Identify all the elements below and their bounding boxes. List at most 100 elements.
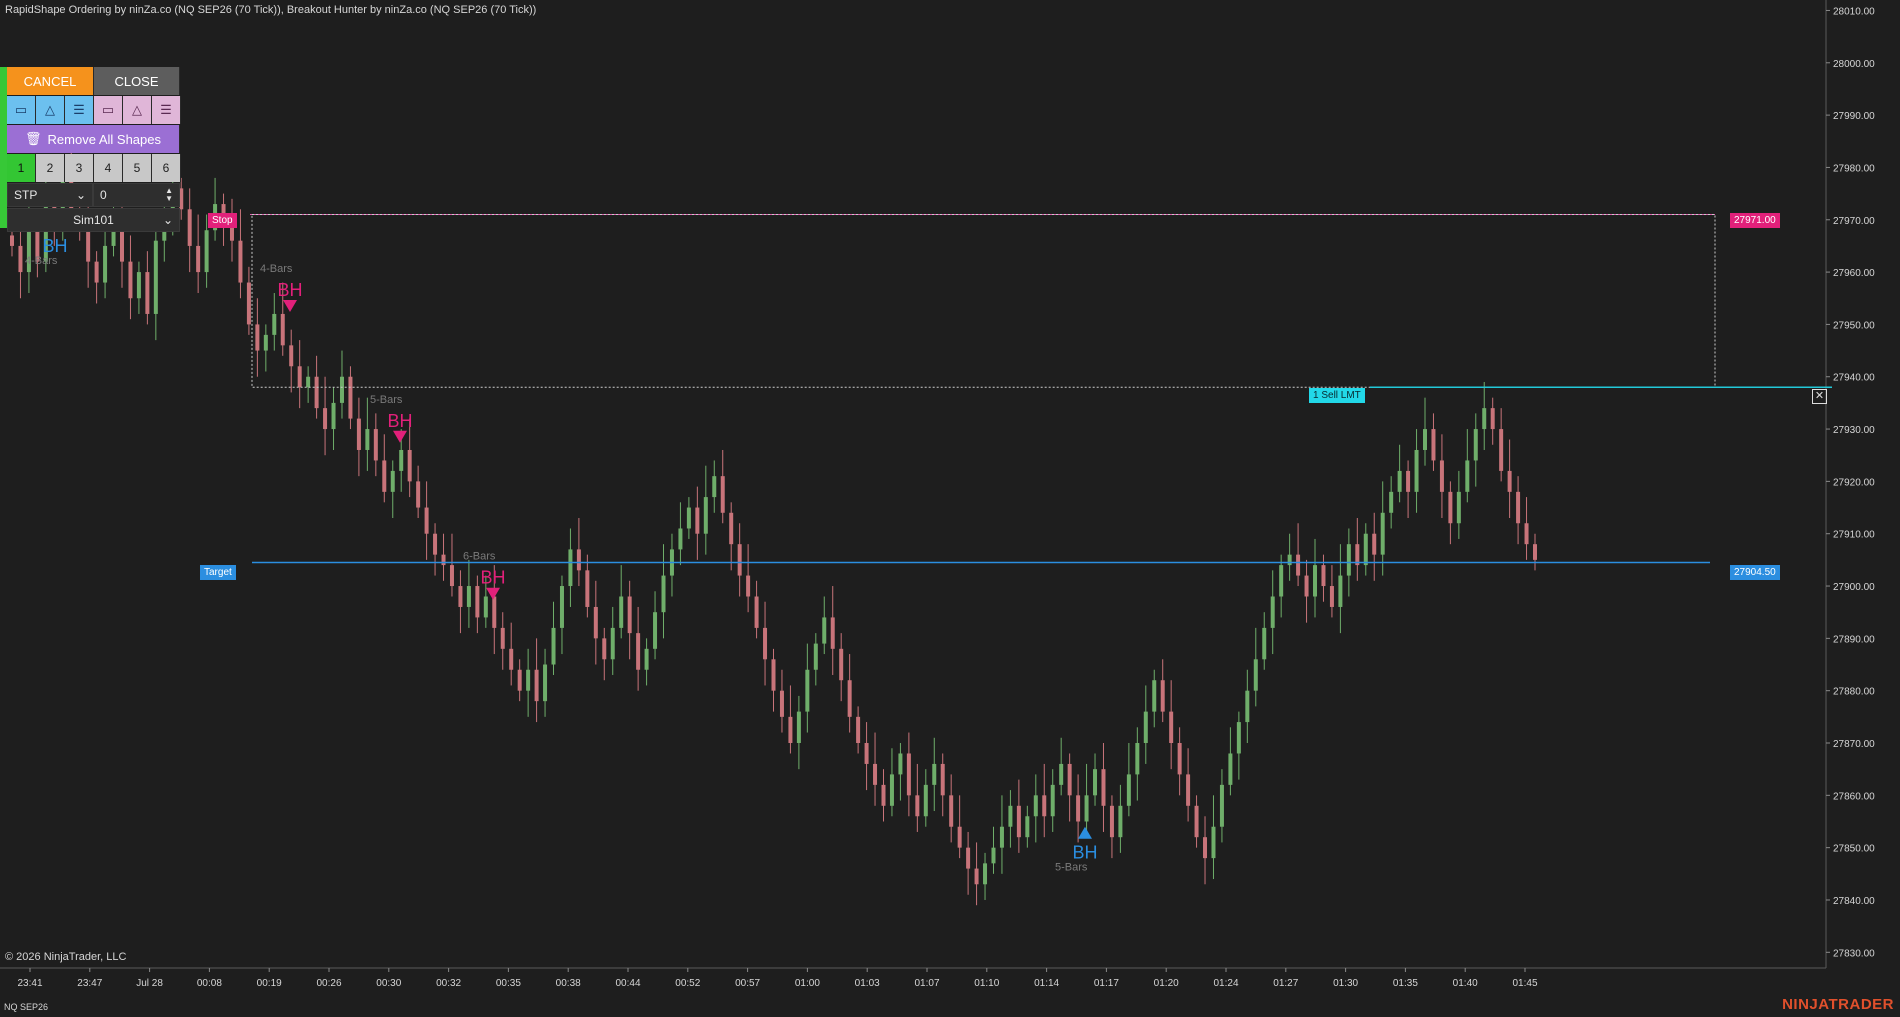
- sell-triangle-icon[interactable]: △: [123, 96, 152, 124]
- quantity-button-2[interactable]: 2: [36, 154, 65, 182]
- x-tick-label: 00:08: [197, 978, 222, 989]
- candle-body: [1270, 596, 1275, 628]
- candle-body: [1533, 544, 1537, 560]
- y-tick-label: 28010.00: [1833, 6, 1875, 17]
- candle-body: [712, 476, 717, 498]
- candle-body: [1245, 690, 1250, 723]
- account-value: Sim101: [73, 213, 114, 227]
- candle-body: [686, 507, 691, 529]
- sell-rectangle-icon[interactable]: ▭: [94, 96, 123, 124]
- x-tick-label: 01:20: [1154, 978, 1179, 989]
- candle-body: [1101, 769, 1106, 806]
- sell-lines-icon[interactable]: ☰: [152, 96, 181, 124]
- candle-body: [822, 617, 827, 644]
- offset-value: 0: [100, 188, 107, 202]
- candle-body: [1084, 795, 1089, 822]
- quantity-button-6[interactable]: 6: [152, 154, 181, 182]
- signal-label: BH: [480, 568, 505, 588]
- buy-rectangle-icon[interactable]: ▭: [7, 96, 36, 124]
- candle-body: [1372, 533, 1377, 555]
- x-tick-label: 01:27: [1273, 978, 1298, 989]
- close-button[interactable]: CLOSE: [94, 67, 180, 95]
- candle-body: [416, 481, 421, 508]
- quantity-button-3[interactable]: 3: [65, 154, 94, 182]
- candle-body: [805, 669, 810, 712]
- price-chart[interactable]: 28010.00 28000.00 27990.00 27980.00 27970.00…: [0, 0, 1900, 1017]
- candle-body: [847, 680, 852, 717]
- candle-body: [1329, 586, 1334, 607]
- candle-body: [136, 272, 141, 299]
- buy-lines-icon[interactable]: ☰: [65, 96, 94, 124]
- cancel-button[interactable]: CANCEL: [7, 67, 94, 95]
- candle-body: [348, 376, 353, 419]
- buy-triangle-icon[interactable]: △: [36, 96, 65, 124]
- candle-body: [373, 429, 378, 461]
- candle-body: [331, 402, 336, 430]
- candle-body: [1050, 784, 1055, 817]
- remove-all-shapes-button[interactable]: 🗑 Remove All Shapes: [7, 125, 180, 153]
- signal-bars-label: 4-Bars: [25, 255, 58, 267]
- candle-body: [1414, 449, 1419, 492]
- candle-body: [729, 512, 734, 545]
- candle-body: [289, 345, 294, 367]
- candle-body: [983, 863, 988, 885]
- quantity-button-5[interactable]: 5: [123, 154, 152, 182]
- candle-body: [678, 528, 683, 550]
- candle-body: [1025, 816, 1030, 838]
- candle-body: [483, 596, 488, 618]
- candle-body: [873, 763, 878, 785]
- quantity-button-1[interactable]: 1: [7, 154, 36, 182]
- candle-body: [1296, 554, 1301, 576]
- candle-body: [103, 245, 108, 283]
- candle-body: [238, 240, 243, 283]
- candle-body: [1338, 575, 1343, 607]
- candle-body: [1313, 565, 1318, 597]
- order-type-select[interactable]: STP ⌄: [7, 183, 93, 207]
- candle-body: [695, 507, 700, 534]
- chart-title: RapidShape Ordering by ninZa.co (NQ SEP2…: [5, 4, 537, 16]
- copyright-text: © 2026 NinjaTrader, LLC: [5, 951, 127, 963]
- candle-body: [1194, 805, 1199, 838]
- candle-body: [720, 476, 725, 513]
- candle-body: [796, 711, 801, 744]
- x-tick-label: Jul 28: [136, 978, 163, 989]
- candle-body: [627, 596, 632, 634]
- signal-bars-label: 5-Bars: [370, 394, 403, 406]
- candle-body: [475, 586, 480, 618]
- cancel-order-icon[interactable]: ✕: [1812, 389, 1827, 404]
- signal-bars-label: 6-Bars: [463, 551, 496, 563]
- account-select[interactable]: Sim101 ⌄: [7, 208, 180, 232]
- candle-body: [932, 763, 937, 785]
- y-tick-label: 27870.00: [1833, 739, 1875, 750]
- target-order-tag[interactable]: Target: [200, 565, 236, 580]
- candle-body: [272, 313, 277, 335]
- candle-body: [661, 575, 666, 613]
- panel-status-bar: [0, 67, 7, 228]
- y-tick-label: 27930.00: [1833, 425, 1875, 436]
- stepper-arrows-icon[interactable]: ▲ ▼: [165, 187, 173, 203]
- y-tick-label: 27940.00: [1833, 373, 1875, 384]
- candle-body: [1033, 795, 1038, 817]
- candle-body: [1262, 627, 1267, 660]
- candle-body: [1279, 565, 1284, 597]
- candle-body: [1456, 491, 1461, 524]
- y-tick-label: 27830.00: [1833, 948, 1875, 959]
- sell-limit-order-tag[interactable]: 1 Sell LMT: [1309, 388, 1365, 403]
- candle-body: [1380, 512, 1385, 555]
- candle-body: [10, 235, 14, 246]
- candle-body: [636, 633, 641, 670]
- x-tick-label: 00:57: [735, 978, 760, 989]
- candle-body: [517, 669, 522, 691]
- quantity-button-4[interactable]: 4: [94, 154, 123, 182]
- stop-order-tag[interactable]: Stop: [208, 213, 237, 228]
- x-tick-label: 01:00: [795, 978, 820, 989]
- candle-body: [255, 324, 260, 351]
- candle-body: [1160, 680, 1165, 712]
- candle-body: [323, 408, 328, 430]
- candle-body: [746, 575, 751, 597]
- offset-stepper[interactable]: 0 ▲ ▼: [93, 183, 180, 207]
- candle-body: [1363, 533, 1368, 566]
- x-tick-label: 00:32: [436, 978, 461, 989]
- y-tick-label: 27990.00: [1833, 111, 1875, 122]
- candle-body: [280, 313, 285, 346]
